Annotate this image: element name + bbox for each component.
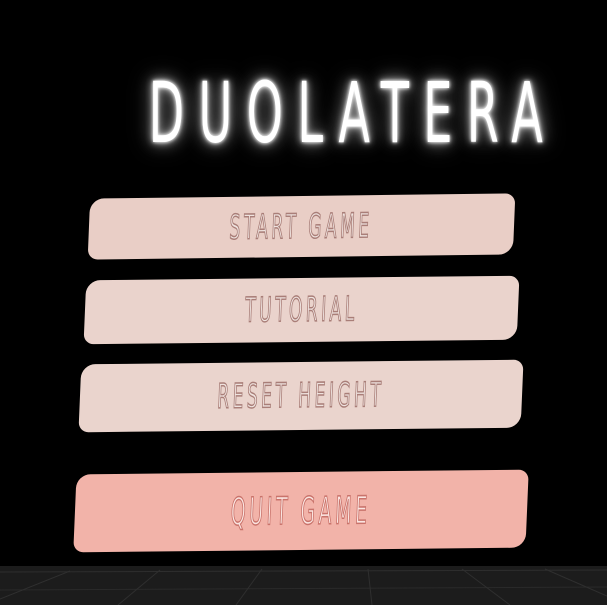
floor-grid [0,566,607,605]
quit-game-label: QUIT GAME [230,488,373,535]
main-menu-scene: DUOLATERA START GAME TUTORIAL RESET HEIG… [0,0,607,605]
reset-height-button[interactable]: RESET HEIGHT [78,359,524,433]
quit-game-button[interactable]: QUIT GAME [73,469,529,553]
start-game-label: START GAME [229,205,375,248]
game-title: DUOLATERA [148,64,558,162]
reset-height-label: RESET HEIGHT [216,375,386,418]
tutorial-button[interactable]: TUTORIAL [83,275,520,345]
tutorial-label: TUTORIAL [244,289,359,331]
start-game-button[interactable]: START GAME [87,193,516,260]
